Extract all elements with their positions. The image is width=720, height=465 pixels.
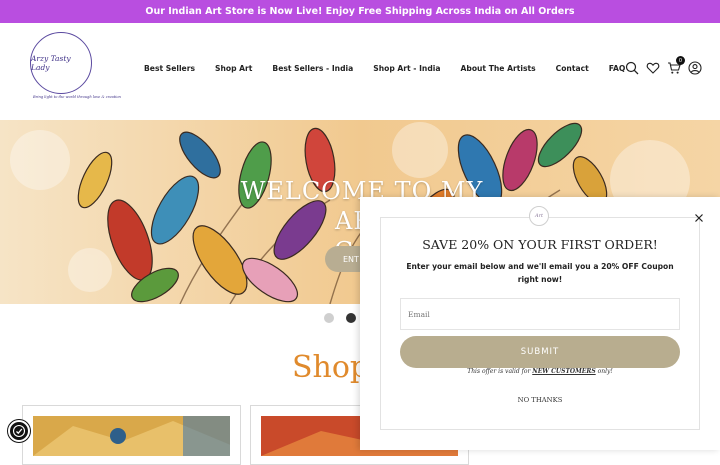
slider-dot-2[interactable] <box>346 313 356 323</box>
accessibility-icon[interactable] <box>8 420 30 442</box>
nav-contact[interactable]: Contact <box>556 64 589 73</box>
nav-best-sellers[interactable]: Best Sellers <box>144 64 195 73</box>
email-field[interactable] <box>400 298 680 330</box>
slider-dot-1[interactable] <box>324 313 334 323</box>
cart-count-badge: 0 <box>676 56 685 65</box>
nav-shop-art-india[interactable]: Shop Art - India <box>373 64 440 73</box>
announcement-text: Our Indian Art Store is Now Live! Enjoy … <box>145 6 575 17</box>
section-title: Shop <box>292 350 370 385</box>
popup-logo-seal: Art <box>529 206 549 226</box>
popup-offer-note: This offer is valid for NEW CUSTOMERS on… <box>360 368 720 375</box>
header-icons: 0 <box>625 56 702 75</box>
discount-popup: Art SAVE 20% ON YOUR FIRST ORDER! Enter … <box>360 197 720 450</box>
nav-about-the-artists[interactable]: About The Artists <box>461 64 536 73</box>
nav-faq[interactable]: FAQ <box>609 64 626 73</box>
search-icon[interactable] <box>625 61 639 75</box>
popup-description: Enter your email below and we'll email y… <box>406 262 674 284</box>
no-thanks-link[interactable]: NO THANKS <box>360 396 720 404</box>
main-nav: Best Sellers Shop Art Best Sellers - Ind… <box>144 64 625 73</box>
logo-name: Arzy Tasty Lady <box>31 54 71 72</box>
close-icon[interactable] <box>692 210 706 224</box>
user-icon[interactable] <box>688 61 702 75</box>
cart-icon[interactable]: 0 <box>667 56 685 75</box>
site-logo[interactable]: Arzy Tasty Lady <box>30 32 92 94</box>
site-header: Arzy Tasty Lady Bring light to the world… <box>0 23 720 120</box>
nav-best-sellers-india[interactable]: Best Sellers - India <box>272 64 353 73</box>
heart-icon[interactable] <box>646 61 660 75</box>
popup-note-highlight: NEW CUSTOMERS <box>532 368 596 375</box>
popup-note-suffix: only! <box>597 368 613 375</box>
logo-tagline: Bring light to the world through love & … <box>33 95 121 99</box>
announcement-bar: Our Indian Art Store is Now Live! Enjoy … <box>0 0 720 23</box>
product-image[interactable] <box>33 416 230 464</box>
product-card[interactable] <box>22 405 241 465</box>
popup-note-prefix: This offer is valid for <box>467 368 531 375</box>
submit-button[interactable]: SUBMIT <box>400 336 680 368</box>
slider-dots <box>324 313 356 323</box>
popup-title: SAVE 20% ON YOUR FIRST ORDER! <box>422 237 658 252</box>
nav-shop-art[interactable]: Shop Art <box>215 64 252 73</box>
